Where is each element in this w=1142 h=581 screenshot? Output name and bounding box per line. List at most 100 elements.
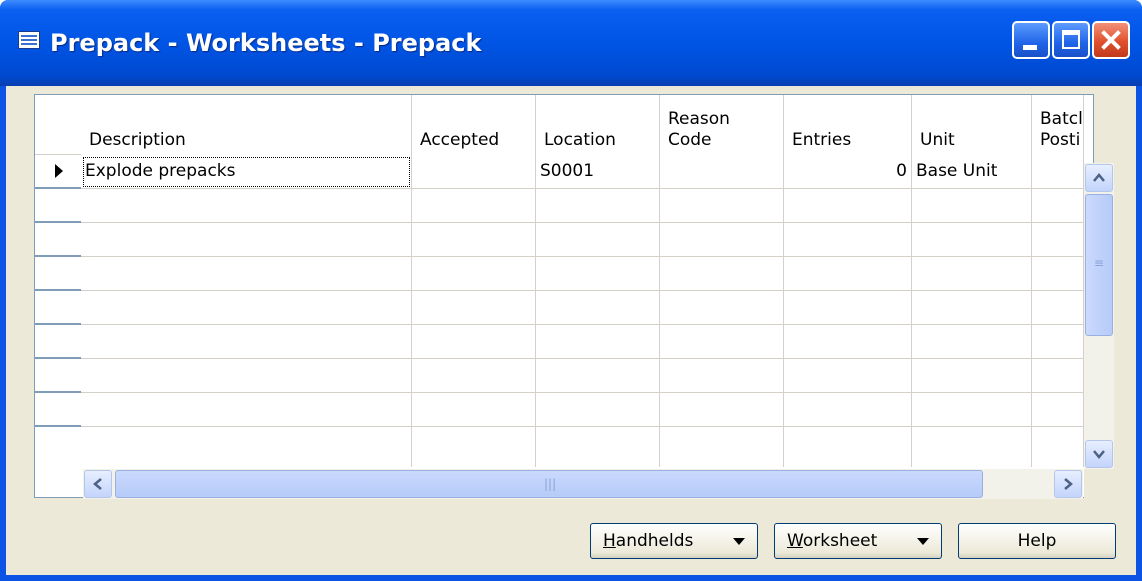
column-header-batch-posting[interactable]: Batcl Posti	[1032, 95, 1084, 155]
empty-cell[interactable]	[81, 291, 412, 325]
handhelds-menu-button[interactable]: Handhelds	[590, 523, 758, 559]
horizontal-scrollbar[interactable]: |||	[83, 469, 1083, 499]
empty-cell[interactable]	[81, 325, 412, 359]
empty-cell[interactable]	[1032, 393, 1084, 427]
empty-cell[interactable]	[912, 189, 1032, 223]
empty-cell[interactable]	[660, 257, 784, 291]
column-header-unit[interactable]: Unit	[912, 95, 1032, 155]
vertical-scroll-thumb[interactable]: ≡	[1085, 194, 1113, 336]
scroll-left-button[interactable]	[84, 470, 112, 498]
row-selector[interactable]	[35, 325, 81, 359]
empty-cell[interactable]	[412, 393, 536, 427]
empty-cell[interactable]	[412, 427, 536, 467]
empty-cell[interactable]	[536, 325, 660, 359]
column-header-entries[interactable]: Entries	[784, 95, 912, 155]
empty-cell[interactable]	[660, 427, 784, 467]
empty-cell[interactable]	[1032, 359, 1084, 393]
minimize-button[interactable]	[1012, 21, 1050, 59]
empty-cell[interactable]	[81, 223, 412, 257]
empty-cell[interactable]	[412, 325, 536, 359]
empty-cell[interactable]	[81, 427, 412, 467]
empty-cell[interactable]	[412, 189, 536, 223]
scroll-right-button[interactable]	[1054, 470, 1082, 498]
help-button[interactable]: Help	[958, 523, 1116, 559]
column-header-description[interactable]: Description	[81, 95, 412, 155]
empty-cell[interactable]	[412, 223, 536, 257]
empty-cell[interactable]	[412, 291, 536, 325]
cell-batch-posting[interactable]	[1032, 155, 1084, 189]
cell-description[interactable]: Explode prepacks	[81, 155, 412, 189]
empty-cell[interactable]	[912, 427, 1032, 467]
column-header-reason-code[interactable]: Reason Code	[660, 95, 784, 155]
empty-cell[interactable]	[1032, 291, 1084, 325]
cell-entries[interactable]: 0	[784, 155, 912, 189]
empty-cell[interactable]	[660, 393, 784, 427]
grip-icon: ≡	[1094, 256, 1105, 270]
title-bar[interactable]: Prepack - Worksheets - Prepack	[0, 0, 1142, 86]
empty-cell[interactable]	[660, 189, 784, 223]
row-selector[interactable]	[35, 189, 81, 223]
row-selector[interactable]	[35, 223, 81, 257]
cell-reason-code[interactable]	[660, 155, 784, 189]
empty-cell[interactable]	[912, 359, 1032, 393]
maximize-button[interactable]	[1052, 21, 1090, 59]
empty-cell[interactable]	[660, 291, 784, 325]
empty-cell[interactable]	[912, 393, 1032, 427]
current-row-arrow-icon	[55, 164, 63, 178]
empty-cell[interactable]	[784, 427, 912, 467]
cell-accepted[interactable]	[412, 155, 536, 189]
chevron-up-icon	[1093, 173, 1105, 182]
close-button[interactable]	[1092, 21, 1130, 59]
empty-cell[interactable]	[784, 393, 912, 427]
caret-down-icon	[917, 538, 929, 545]
row-selector[interactable]	[35, 393, 81, 427]
cell-unit[interactable]: Base Unit	[912, 155, 1032, 189]
empty-cell[interactable]	[784, 291, 912, 325]
row-selector[interactable]	[35, 427, 81, 469]
row-selector[interactable]	[35, 257, 81, 291]
empty-cell[interactable]	[1032, 325, 1084, 359]
worksheet-menu-button[interactable]: Worksheet	[774, 523, 942, 559]
scroll-up-button[interactable]	[1085, 164, 1113, 192]
empty-cell[interactable]	[1032, 189, 1084, 223]
minimize-icon	[1023, 45, 1037, 50]
empty-cell[interactable]	[784, 257, 912, 291]
empty-cell[interactable]	[660, 359, 784, 393]
empty-cell[interactable]	[536, 393, 660, 427]
empty-cell[interactable]	[912, 325, 1032, 359]
empty-cell[interactable]	[536, 257, 660, 291]
scroll-down-button[interactable]	[1085, 440, 1113, 468]
horizontal-scroll-thumb[interactable]: |||	[115, 470, 983, 498]
row-selector[interactable]	[35, 155, 81, 189]
empty-cell[interactable]	[1032, 427, 1084, 467]
empty-cell[interactable]	[536, 427, 660, 467]
empty-cell[interactable]	[912, 257, 1032, 291]
column-header-accepted[interactable]: Accepted	[412, 95, 536, 155]
row-selector[interactable]	[35, 359, 81, 393]
empty-cell[interactable]	[536, 223, 660, 257]
empty-cell[interactable]	[536, 359, 660, 393]
empty-cell[interactable]	[536, 189, 660, 223]
empty-cell[interactable]	[412, 257, 536, 291]
column-header-location[interactable]: Location	[536, 95, 660, 155]
empty-cell[interactable]	[1032, 257, 1084, 291]
empty-cell[interactable]	[912, 223, 1032, 257]
empty-cell[interactable]	[912, 291, 1032, 325]
empty-cell[interactable]	[81, 393, 412, 427]
empty-cell[interactable]	[660, 223, 784, 257]
empty-cell[interactable]	[784, 189, 912, 223]
empty-cell[interactable]	[784, 325, 912, 359]
empty-cell[interactable]	[784, 359, 912, 393]
empty-cell[interactable]	[660, 325, 784, 359]
empty-cell[interactable]	[81, 257, 412, 291]
empty-cell[interactable]	[1032, 223, 1084, 257]
chevron-down-icon	[1093, 450, 1105, 459]
empty-cell[interactable]	[81, 189, 412, 223]
empty-cell[interactable]	[784, 223, 912, 257]
cell-location[interactable]: S0001	[536, 155, 660, 189]
empty-cell[interactable]	[81, 359, 412, 393]
empty-cell[interactable]	[536, 291, 660, 325]
row-selector[interactable]	[35, 291, 81, 325]
empty-cell[interactable]	[412, 359, 536, 393]
vertical-scrollbar[interactable]: ≡	[1084, 163, 1114, 469]
